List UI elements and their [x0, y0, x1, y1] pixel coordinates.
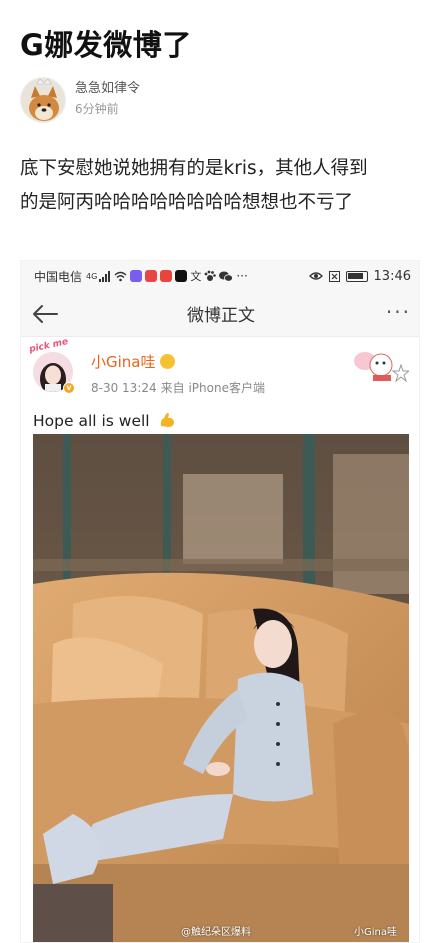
weibo-meta: 8-30 13:24 来自 iPhone客户端 — [91, 379, 265, 396]
weibo-username-text: 小Gina哇 — [91, 353, 156, 371]
app-icon — [160, 270, 173, 282]
weibo-username[interactable]: 小Gina哇 — [91, 351, 175, 372]
weibo-text-content: Hope all is well — [33, 412, 150, 430]
post-body-line: 底下安慰她说她拥有的是kris，其他人得到 — [20, 158, 368, 179]
signal-icon — [99, 270, 111, 282]
wechat-icon — [219, 271, 234, 282]
phone-status-bar: 中国电信 4G 文 ··· 13:46 — [21, 261, 419, 291]
app-icon — [145, 270, 158, 282]
embedded-screenshot[interactable]: 中国电信 4G 文 ··· 13:46 微博正文 ··· pick me v 小… — [20, 260, 420, 943]
tiktok-icon — [175, 270, 188, 282]
post-time: 6分钟前 — [75, 102, 119, 116]
card-sticker-icon — [354, 352, 409, 383]
clock: 13:46 — [373, 268, 411, 284]
weibo-text: Hope all is well — [33, 411, 176, 430]
paw-icon — [204, 270, 217, 281]
network-label: 4G — [86, 271, 98, 281]
weibo-photo[interactable]: @触纪朵区爆料 小Gina哇 — [33, 434, 409, 942]
wifi-icon — [114, 271, 127, 281]
author-name[interactable]: 急急如律令 — [75, 80, 140, 98]
eye-icon — [308, 272, 323, 280]
app-icon — [130, 270, 143, 282]
photo-watermark-right: 小Gina哇 — [354, 927, 397, 938]
blush-emoji-icon — [159, 354, 175, 369]
back-arrow-icon[interactable] — [29, 299, 61, 329]
more-dots: ··· — [236, 269, 248, 283]
photo-image — [33, 434, 409, 942]
close-box-icon — [328, 270, 340, 282]
translate-icon: 文 — [190, 270, 202, 283]
carrier-label: 中国电信 — [34, 269, 83, 284]
weibo-source: 来自 iPhone客户端 — [160, 381, 265, 395]
nav-title: 微博正文 — [187, 306, 255, 326]
post-body-line: 的是阿丙哈哈哈哈哈哈哈哈想想也不亏了 — [20, 192, 354, 213]
verified-badge: v — [63, 382, 75, 394]
post-body: 底下安慰她说她拥有的是kris，其他人得到 的是阿丙哈哈哈哈哈哈哈哈想想也不亏了 — [20, 152, 425, 220]
post-author[interactable]: 急急如律令 6分钟前 — [20, 76, 140, 124]
photo-watermark-left: @触纪朵区爆料 — [181, 927, 251, 938]
flexed-biceps-icon — [160, 413, 174, 427]
status-icons: 文 ··· — [99, 268, 248, 284]
post-title: G娜发微博了 — [20, 28, 192, 62]
weibo-date: 8-30 13:24 — [91, 381, 157, 395]
battery-icon — [345, 270, 368, 282]
weibo-nav-bar: 微博正文 ··· — [21, 291, 419, 337]
weibo-author-row: pick me v 小Gina哇 8-30 13:24 来自 iPhone客户端 — [28, 337, 413, 401]
more-options-button[interactable]: ··· — [386, 299, 411, 325]
author-avatar[interactable] — [20, 77, 66, 123]
